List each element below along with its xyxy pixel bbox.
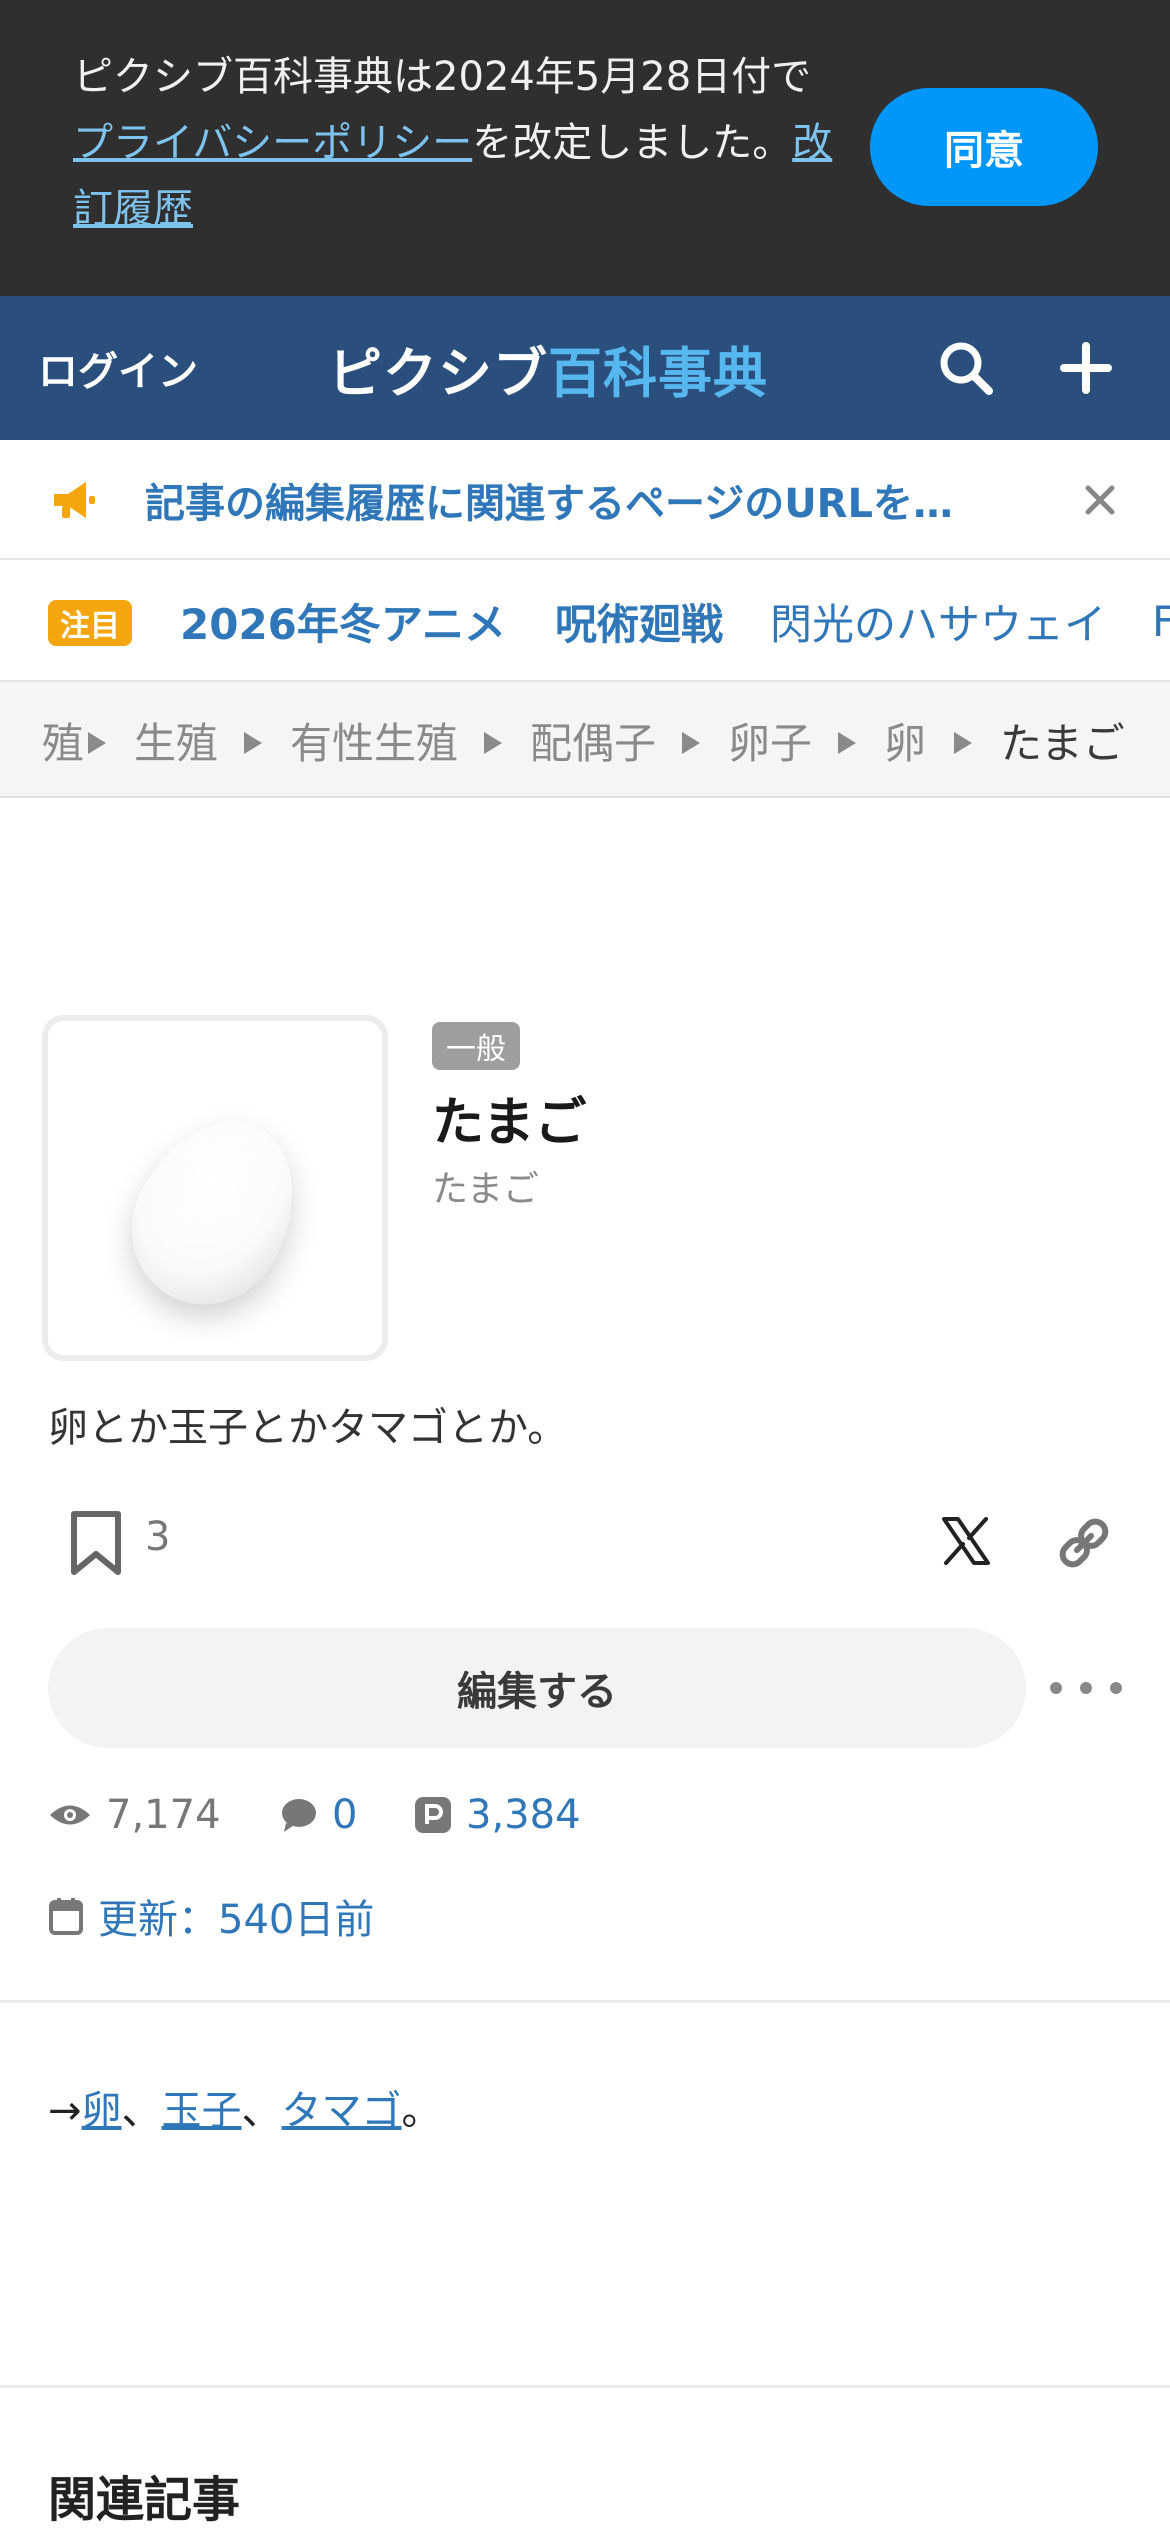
related-articles-heading: 関連記事 (48, 2472, 241, 2528)
category-badge: 一般 (432, 1022, 520, 1070)
breadcrumb-separator (88, 732, 106, 754)
breadcrumb-separator (954, 732, 972, 754)
separator: 、 (241, 2088, 282, 2134)
pixiv-works-count[interactable]: 3,384 (414, 1785, 581, 1845)
notice-bar[interactable]: 記事の編集履歴に関連するページのURLを… (0, 440, 1170, 560)
privacy-consent-banner: ピクシブ百科事典は2024年5月28日付でプライバシーポリシーを改定しました。改… (0, 0, 1170, 296)
trending-item[interactable]: 2026年冬アニメ (180, 560, 506, 680)
breadcrumb-item[interactable]: 配偶子 (530, 682, 656, 796)
more-options-button[interactable] (1050, 1668, 1122, 1708)
breadcrumb-item[interactable]: 卵子 (728, 682, 812, 796)
trending-item[interactable]: 呪術廻戦 (555, 560, 723, 680)
view-count: 7,174 (48, 1785, 221, 1845)
link-egg-tamago-kanji[interactable]: 玉子 (162, 2088, 242, 2134)
privacy-policy-link[interactable]: プライバシーポリシー (73, 120, 472, 166)
breadcrumb: 殖 生殖 有性生殖 配偶子 卵子 卵 たまご (0, 682, 1170, 798)
comment-count-value: 0 (332, 1792, 358, 1838)
article-thumbnail[interactable] (42, 1015, 388, 1361)
site-logo[interactable]: ピクシブ 百科事典 (328, 296, 768, 440)
logo-text-dictionary: 百科事典 (548, 341, 768, 405)
trending-bar: 注目 2026年冬アニメ 呪術廻戦 閃光のハサウェイ F (0, 560, 1170, 682)
link-egg-kanji[interactable]: 卵 (82, 2088, 122, 2134)
breadcrumb-item[interactable]: 殖 (42, 682, 84, 796)
dot (1110, 1682, 1122, 1694)
dot (1080, 1682, 1092, 1694)
eye-icon (50, 1805, 90, 1825)
consent-text-before: ピクシブ百科事典は2024年5月28日付で (73, 54, 812, 100)
divider (0, 2385, 1170, 2388)
breadcrumb-item[interactable]: 生殖 (134, 682, 218, 796)
pixiv-works-value: 3,384 (466, 1792, 581, 1838)
bookmark-count: 3 (145, 1514, 171, 1560)
comment-icon (282, 1799, 316, 1832)
agree-button[interactable]: 同意 (870, 88, 1098, 206)
login-button[interactable]: ログイン (38, 296, 198, 440)
article-body-links: →卵、玉子、タマゴ。 (48, 2078, 442, 2136)
updated-text: 更新：540日前 (98, 1897, 375, 1943)
close-icon[interactable] (1076, 476, 1124, 524)
divider (0, 2000, 1170, 2003)
view-count-value: 7,174 (106, 1792, 221, 1838)
comment-count[interactable]: 0 (280, 1785, 357, 1845)
breadcrumb-item[interactable]: 有性生殖 (290, 682, 458, 796)
pixiv-icon (415, 1797, 451, 1833)
updated-info[interactable]: 更新：540日前 (48, 1886, 374, 1946)
trending-item[interactable]: 閃光のハサウェイ (770, 560, 1106, 680)
trending-item[interactable]: F (1152, 560, 1170, 680)
notice-text[interactable]: 記事の編集履歴に関連するページのURLを… (145, 440, 1005, 560)
breadcrumb-separator (838, 732, 856, 754)
logo-text-pixiv: ピクシブ (328, 341, 548, 405)
breadcrumb-current: たまご (1000, 718, 1125, 768)
separator: 、 (121, 2088, 162, 2134)
plus-icon[interactable] (1054, 336, 1118, 400)
bookmark-icon[interactable] (66, 1510, 126, 1578)
breadcrumb-separator (484, 732, 502, 754)
link-egg-katakana[interactable]: タマゴ (282, 2088, 402, 2134)
egg-image (104, 1092, 326, 1332)
article-summary: 卵とか玉子とかタマゴとか。 (48, 1405, 568, 1451)
consent-message: ピクシブ百科事典は2024年5月28日付でプライバシーポリシーを改定しました。改… (73, 44, 833, 242)
search-icon[interactable] (934, 336, 998, 400)
article-reading: たまご (432, 1169, 539, 1210)
breadcrumb-separator (682, 732, 700, 754)
megaphone-icon (54, 482, 95, 518)
trending-badge: 注目 (48, 600, 132, 646)
calendar-icon (49, 1898, 83, 1935)
breadcrumb-separator (244, 732, 262, 754)
site-header: ログイン ピクシブ 百科事典 (0, 296, 1170, 440)
consent-text-middle: を改定しました。 (472, 120, 793, 166)
x-share-icon[interactable] (940, 1515, 992, 1567)
article-title: たまご (432, 1093, 587, 1153)
dot (1050, 1682, 1062, 1694)
period: 。 (401, 2088, 442, 2134)
edit-button[interactable]: 編集する (48, 1628, 1026, 1748)
arrow-text: → (48, 2088, 82, 2134)
link-icon[interactable] (1054, 1513, 1114, 1573)
breadcrumb-item[interactable]: 卵 (884, 682, 926, 796)
